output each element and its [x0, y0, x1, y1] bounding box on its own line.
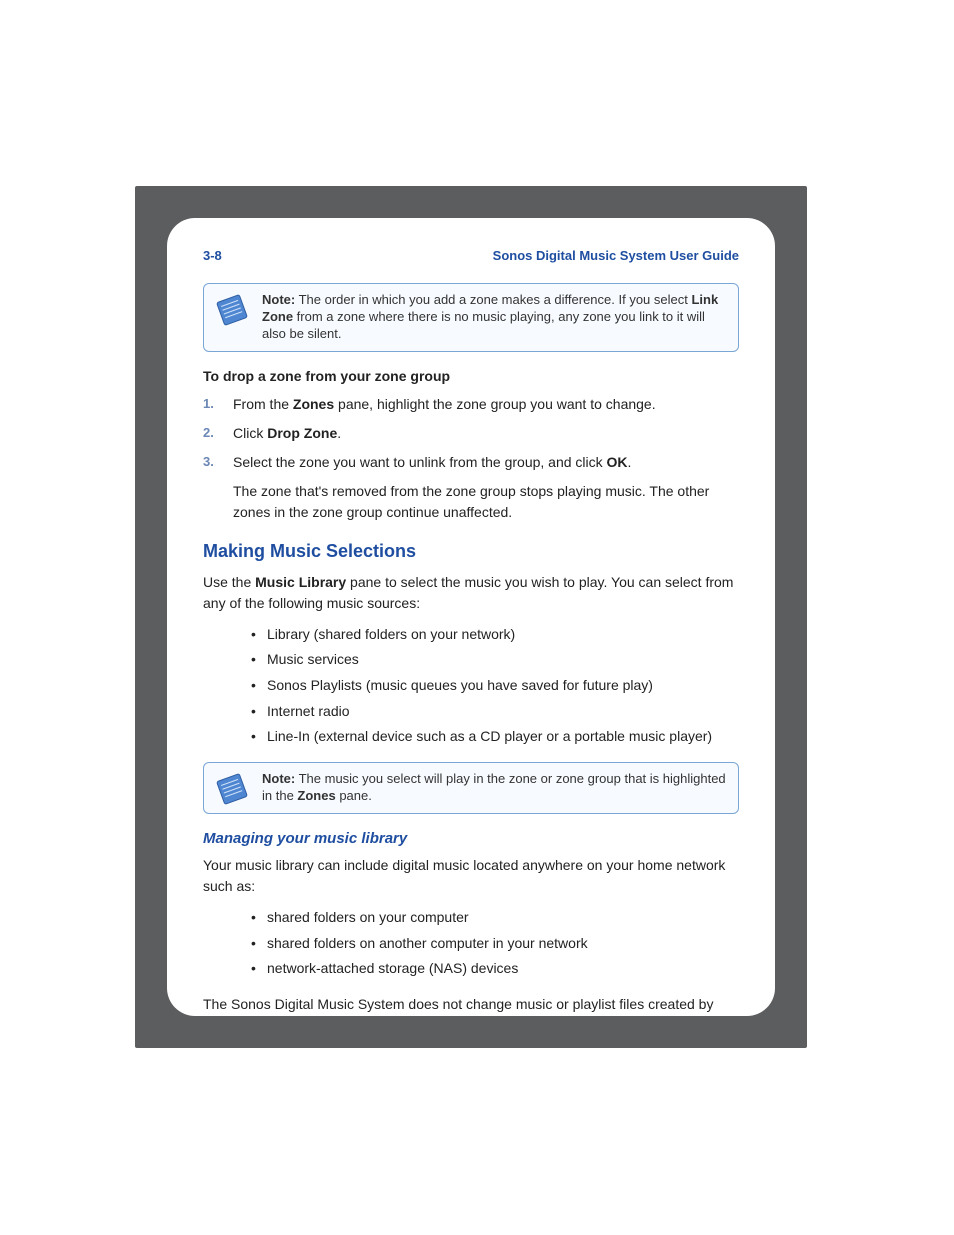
doc-title: Sonos Digital Music System User Guide — [493, 248, 739, 263]
step-item: Click Drop Zone. — [203, 423, 739, 444]
note-box: Note: The music you select will play in … — [203, 762, 739, 814]
note-text: Note: The music you select will play in … — [262, 771, 726, 803]
step-item: Select the zone you want to unlink from … — [203, 452, 739, 473]
library-locations-list: shared folders on your computer shared fo… — [203, 907, 739, 980]
step-item: From the Zones pane, highlight the zone … — [203, 394, 739, 415]
music-sources-list: Library (shared folders on your network)… — [203, 624, 739, 748]
page-canvas: 3-8 Sonos Digital Music System User Guid… — [0, 0, 954, 1235]
library-intro: Your music library can include digital m… — [203, 855, 739, 897]
page-number: 3-8 — [203, 248, 222, 263]
subheading-drop-zone: To drop a zone from your zone group — [203, 368, 739, 384]
note-box: Note: The order in which you add a zone … — [203, 283, 739, 352]
list-item: Music services — [267, 649, 739, 671]
note-label: Note: — [262, 292, 295, 307]
drop-zone-result: The zone that's removed from the zone gr… — [203, 481, 739, 523]
note-label: Note: — [262, 771, 295, 786]
list-item: Line-In (external device such as a CD pl… — [267, 726, 739, 748]
page-header: 3-8 Sonos Digital Music System User Guid… — [203, 248, 739, 263]
heading-managing-library: Managing your music library — [203, 830, 739, 847]
heading-making-selections: Making Music Selections — [203, 541, 739, 562]
list-item: Internet radio — [267, 701, 739, 723]
list-item: network-attached storage (NAS) devices — [267, 958, 739, 980]
list-item: shared folders on another computer in yo… — [267, 933, 739, 955]
list-item: Sonos Playlists (music queues you have s… — [267, 675, 739, 697]
page-content: 3-8 Sonos Digital Music System User Guid… — [167, 218, 775, 1016]
list-item: Library (shared folders on your network) — [267, 624, 739, 646]
note-text: Note: The order in which you add a zone … — [262, 292, 718, 341]
drop-zone-steps: From the Zones pane, highlight the zone … — [203, 394, 739, 473]
note-icon — [214, 771, 250, 807]
list-item: shared folders on your computer — [267, 907, 739, 929]
selections-intro: Use the Music Library pane to select the… — [203, 572, 739, 614]
note-icon — [214, 292, 250, 328]
page-frame: 3-8 Sonos Digital Music System User Guid… — [135, 186, 807, 1048]
library-footer: The Sonos Digital Music System does not … — [203, 994, 739, 1016]
